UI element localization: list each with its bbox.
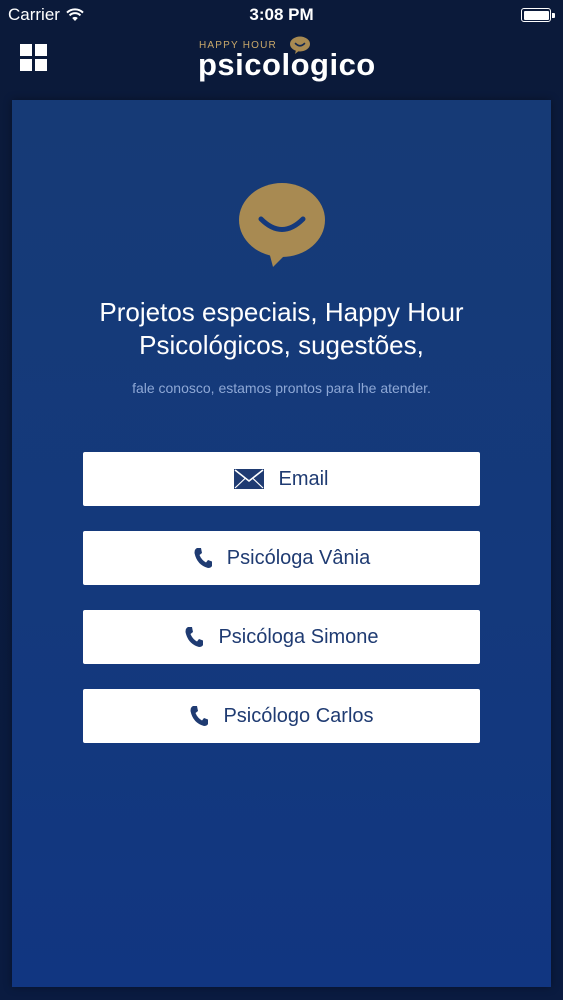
contact-panel: Projetos especiais, Happy Hour Psicológi… <box>12 100 551 987</box>
call-carlos-label: Psicólogo Carlos <box>223 704 374 727</box>
call-simone-label: Psicóloga Simone <box>218 625 379 648</box>
status-time: 3:08 PM <box>249 5 314 24</box>
envelope-icon <box>234 469 265 489</box>
subtext: fale conosco, estamos prontos para lhe a… <box>132 380 431 396</box>
call-vania-button[interactable]: Psicóloga Vânia <box>83 531 480 585</box>
call-simone-button[interactable]: Psicóloga Simone <box>83 610 480 664</box>
contact-actions: Email Psicóloga Vânia Psicóloga Simone P… <box>83 452 480 768</box>
phone-icon <box>193 547 213 569</box>
brand-name: psicologico <box>198 47 376 82</box>
phone-icon <box>184 626 204 648</box>
call-vania-label: Psicóloga Vânia <box>226 546 371 569</box>
battery-fill <box>523 10 549 20</box>
nav-bar: HAPPY HOUR psicologico <box>0 30 563 100</box>
grid-menu-icon[interactable] <box>20 44 47 71</box>
headline-line-1: Projetos especiais, Happy Hour <box>99 297 464 327</box>
headline: Projetos especiais, Happy Hour Psicológi… <box>12 296 551 362</box>
email-button-label: Email <box>278 467 329 490</box>
brand-logo: HAPPY HOUR psicologico <box>198 34 378 94</box>
status-bar: Carrier 3:08 PM <box>0 0 563 30</box>
app-screen: Carrier 3:08 PM HAPPY HOUR psicologico P… <box>0 0 563 1000</box>
phone-icon <box>189 705 209 727</box>
smile-bubble-icon <box>239 183 325 267</box>
headline-line-2: Psicológicos, sugestões, <box>139 330 424 360</box>
battery-icon <box>521 8 555 22</box>
call-carlos-button[interactable]: Psicólogo Carlos <box>83 689 480 743</box>
email-button[interactable]: Email <box>83 452 480 506</box>
